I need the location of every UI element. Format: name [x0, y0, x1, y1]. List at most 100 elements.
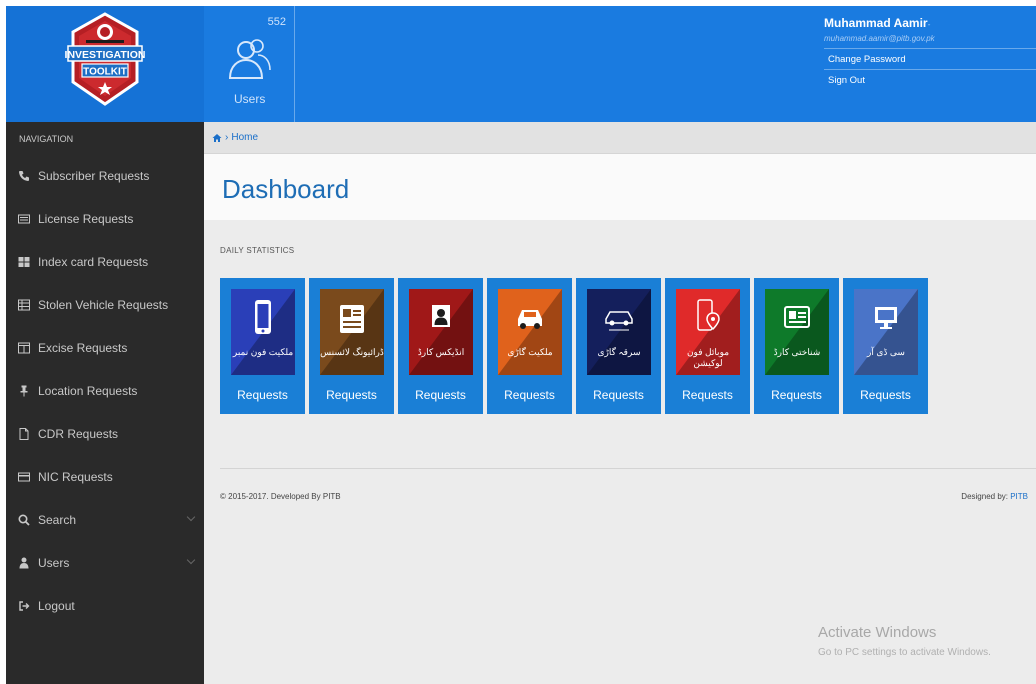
change-password-link[interactable]: Change Password	[824, 48, 1036, 69]
tile-cdr[interactable]: سی ڈی آر Requests	[843, 278, 928, 414]
tile-urdu-label: سی ڈی آر	[867, 347, 905, 357]
tile-requests-label: Requests	[326, 388, 377, 402]
columns-icon	[18, 342, 30, 353]
footer-divider	[220, 468, 1036, 469]
stolen-car-icon	[605, 311, 633, 331]
tile-mobile-location[interactable]: موبائل فون لوکیشن Requests	[665, 278, 750, 414]
tile-image: ملکیت گاڑی	[498, 289, 562, 375]
cdr-monitor-icon	[875, 307, 897, 329]
grid-icon	[18, 256, 30, 267]
sidebar-item-label: License Requests	[38, 211, 134, 226]
sidebar-item-users[interactable]: Users	[6, 541, 204, 584]
tile-vehicle-ownership[interactable]: ملکیت گاڑی Requests	[487, 278, 572, 414]
main-content: DAILY STATISTICS ملکیت فون نمبر Requests…	[204, 220, 1036, 684]
tile-image: شناختی کارڈ	[765, 289, 829, 375]
file-icon	[19, 427, 29, 440]
tile-requests-label: Requests	[682, 388, 733, 402]
tile-requests-label: Requests	[237, 388, 288, 402]
chevron-down-icon	[186, 512, 196, 522]
tile-urdu-label: شناختی کارڈ	[773, 347, 821, 357]
stat-tiles: ملکیت فون نمبر Requests ڈرائیونگ لائسنس …	[220, 278, 932, 414]
logout-icon	[19, 600, 30, 611]
tile-requests-label: Requests	[860, 388, 911, 402]
sidebar-item-label: Location Requests	[38, 383, 138, 398]
users-stat-widget[interactable]: 552 Users	[204, 6, 295, 122]
tile-urdu-label: سرقہ گاڑی	[597, 347, 641, 357]
users-label: Users	[234, 92, 266, 106]
tile-image: ملکیت فون نمبر	[231, 289, 295, 375]
tile-requests-label: Requests	[415, 388, 466, 402]
user-name-line: Muhammad Aamir- muhammad.aamir@pitb.gov.…	[824, 16, 1036, 44]
sidebar: NAVIGATION Subscriber Requests License R…	[6, 122, 204, 684]
id-card-icon	[18, 214, 30, 223]
pin-icon	[20, 385, 28, 396]
logo-line1: INVESTIGATION	[65, 49, 146, 61]
card-icon	[18, 472, 30, 481]
sidebar-item-cdr-requests[interactable]: CDR Requests	[6, 412, 204, 455]
home-icon	[212, 133, 222, 142]
tile-image: انڈیکس کارڈ	[409, 289, 473, 375]
activate-windows-title: Activate Windows	[818, 624, 937, 641]
tile-urdu-label: ڈرائیونگ لائسنس	[320, 347, 384, 357]
nic-icon	[784, 306, 810, 328]
sidebar-item-license-requests[interactable]: License Requests	[6, 197, 204, 240]
tile-phone-ownership[interactable]: ملکیت فون نمبر Requests	[220, 278, 305, 414]
page-title: Dashboard	[222, 174, 350, 204]
sidebar-item-subscriber-requests[interactable]: Subscriber Requests	[6, 154, 204, 197]
sidebar-item-location-requests[interactable]: Location Requests	[6, 369, 204, 412]
sidebar-item-logout[interactable]: Logout	[6, 584, 204, 627]
footer-pitb-link[interactable]: PITB	[1010, 492, 1028, 501]
tile-stolen-vehicle[interactable]: سرقہ گاڑی Requests	[576, 278, 661, 414]
tile-requests-label: Requests	[771, 388, 822, 402]
breadcrumb-home-link[interactable]: Home	[231, 132, 258, 143]
page-header: Dashboard	[204, 154, 1036, 220]
sidebar-item-label: Search	[38, 512, 77, 527]
breadcrumb: › Home	[204, 122, 1036, 154]
tile-index-card[interactable]: انڈیکس کارڈ Requests	[398, 278, 483, 414]
footer-designed-by-text: Designed by:	[961, 492, 1011, 501]
logo[interactable]: INVESTIGATION TOOLKIT	[6, 6, 204, 122]
tile-urdu-label: انڈیکس کارڈ	[417, 347, 465, 357]
user-menu: Change Password Sign Out	[824, 48, 1036, 90]
car-icon	[518, 310, 542, 329]
sign-out-link[interactable]: Sign Out	[824, 69, 1036, 90]
sidebar-item-label: Index card Requests	[38, 254, 149, 269]
tile-driving-license[interactable]: ڈرائیونگ لائسنس Requests	[309, 278, 394, 414]
tile-image: ڈرائیونگ لائسنس	[320, 289, 384, 375]
users-count: 552	[267, 16, 286, 28]
footer-designed-by: Designed by: PITB	[961, 492, 1028, 501]
sidebar-item-label: Subscriber Requests	[38, 168, 150, 183]
tile-image: سرقہ گاڑی	[587, 289, 651, 375]
tile-urdu-label: ملکیت فون نمبر	[232, 347, 294, 357]
sidebar-item-index-card-requests[interactable]: Index card Requests	[6, 240, 204, 283]
mobile-icon	[255, 300, 271, 334]
tile-requests-label: Requests	[504, 388, 555, 402]
investigation-toolkit-logo: INVESTIGATION TOOLKIT	[65, 12, 146, 106]
location-phone-icon	[697, 299, 720, 331]
tile-image: سی ڈی آر	[854, 289, 918, 375]
sidebar-item-stolen-vehicle-requests[interactable]: Stolen Vehicle Requests	[6, 283, 204, 326]
activate-windows-subtitle: Go to PC settings to activate Windows.	[818, 647, 991, 658]
user-info: Muhammad Aamir- muhammad.aamir@pitb.gov.…	[824, 16, 1036, 90]
search-icon	[18, 513, 30, 526]
phone-icon	[19, 170, 29, 181]
top-header: INVESTIGATION TOOLKIT 552 Users Muhammad…	[6, 6, 1036, 122]
users-icon	[228, 39, 271, 79]
logo-line2: TOOLKIT	[83, 67, 127, 78]
user-icon	[19, 557, 29, 568]
sidebar-item-excise-requests[interactable]: Excise Requests	[6, 326, 204, 369]
tile-national-id-card[interactable]: شناختی کارڈ Requests	[754, 278, 839, 414]
app-window: INVESTIGATION TOOLKIT 552 Users Muhammad…	[6, 6, 1036, 684]
tile-requests-label: Requests	[593, 388, 644, 402]
sidebar-item-label: Users	[38, 555, 70, 570]
license-icon	[340, 305, 364, 333]
footer-copyright: © 2015-2017. Developed By PITB	[220, 492, 341, 501]
sidebar-item-label: CDR Requests	[38, 426, 119, 441]
sidebar-item-label: Logout	[38, 598, 75, 613]
user-name: Muhammad Aamir	[824, 16, 928, 30]
sidebar-item-nic-requests[interactable]: NIC Requests	[6, 455, 204, 498]
breadcrumb-separator-icon: ›	[225, 132, 229, 143]
tile-image: موبائل فون لوکیشن	[676, 289, 740, 375]
sidebar-item-search[interactable]: Search	[6, 498, 204, 541]
tile-urdu-label: ملکیت گاڑی	[507, 347, 553, 357]
